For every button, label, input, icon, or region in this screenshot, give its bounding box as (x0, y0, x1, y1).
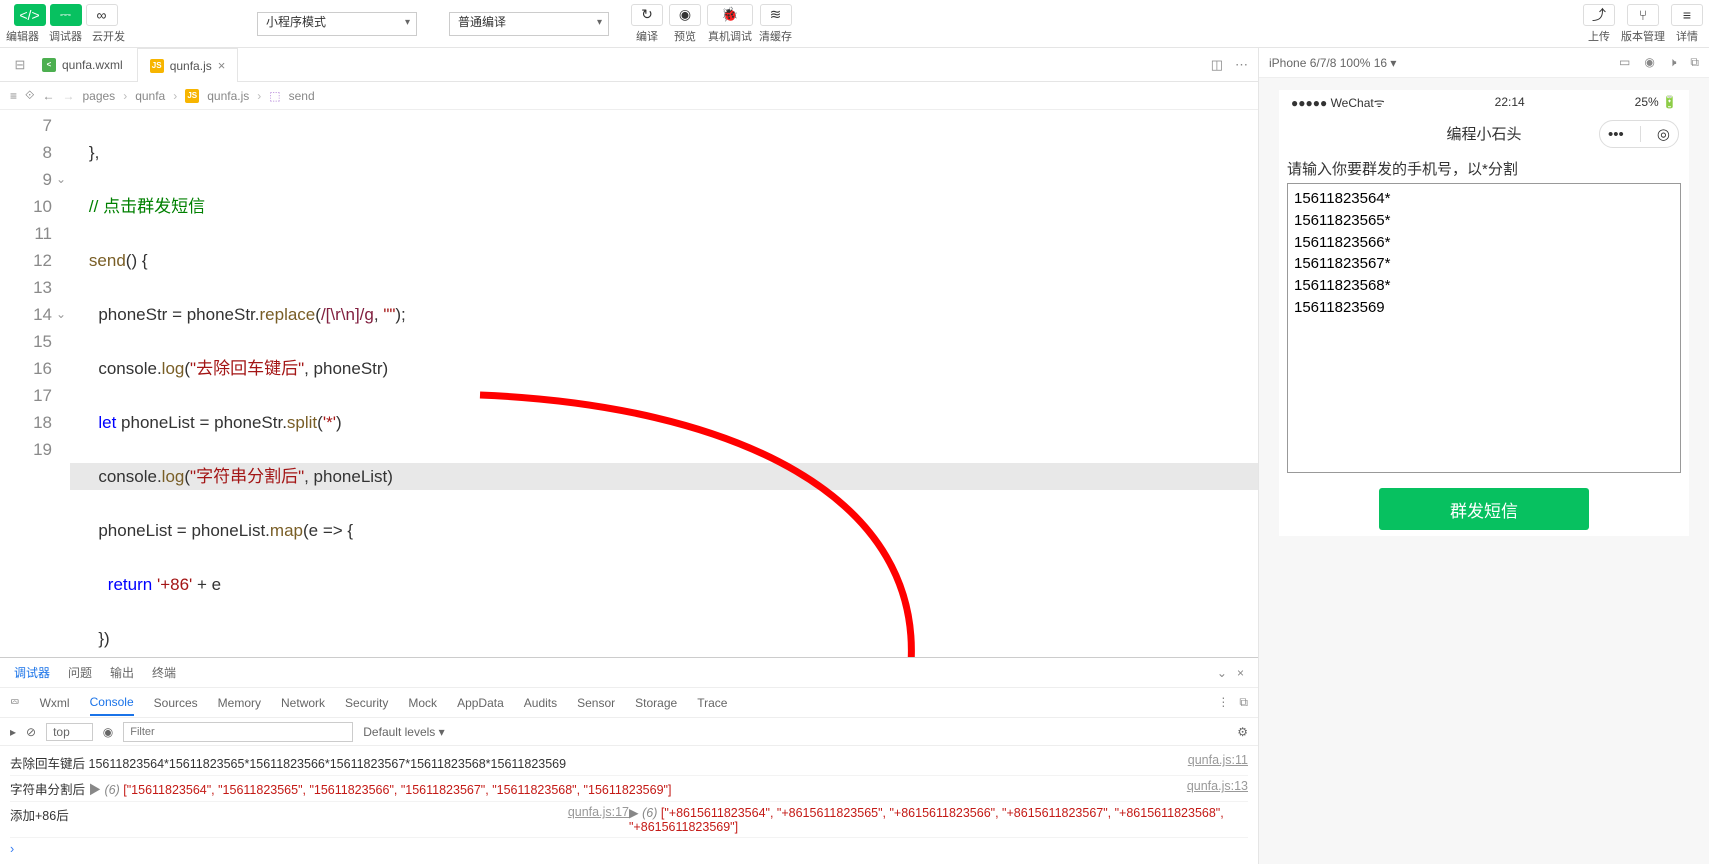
clear-console-icon[interactable]: ⊘ (26, 725, 36, 739)
close-tab-icon[interactable]: × (218, 58, 226, 73)
breadcrumb: ≡ ⟐ ← → pages› qunfa› JS qunfa.js› ⬚ sen… (0, 82, 1258, 110)
dt-tab-network[interactable]: Network (281, 696, 325, 710)
editor-label: 编辑器 (6, 28, 39, 44)
more-actions-icon[interactable]: ⋯ (1235, 57, 1248, 73)
method-icon: ⬚ (269, 89, 280, 103)
preview-button[interactable]: ◉ (669, 4, 701, 26)
devtools-tab-problems[interactable]: 问题 (68, 664, 92, 681)
js-file-icon: JS (150, 59, 164, 73)
battery-icon: 🔋 (1662, 95, 1677, 109)
devtools-subtabs: ⮹ Wxml Console Sources Memory Network Se… (0, 688, 1258, 718)
console-output: 去除回车键后 15611823564*15611823565*156118235… (0, 746, 1258, 864)
dt-tab-mock[interactable]: Mock (408, 696, 437, 710)
dt-tab-appdata[interactable]: AppData (457, 696, 504, 710)
input-label: 请输入你要群发的手机号，以*分割 (1287, 158, 1681, 179)
version-button[interactable]: ⑂ (1627, 4, 1659, 26)
debugger-label: 调试器 (49, 28, 82, 44)
debugger-toggle-button[interactable]: ⎓ (50, 4, 82, 26)
detail-button[interactable]: ≡ (1671, 4, 1703, 26)
expand-icon[interactable]: ▶ (629, 806, 639, 820)
source-link[interactable]: qunfa.js:17 (568, 805, 629, 834)
line-gutter: 78910111213141516171819 (0, 110, 70, 657)
phone-simulator: ●●●●● WeChatᯤ 22:14 25% 🔋 编程小石头 ••• ◎ 请输… (1279, 90, 1689, 536)
sidebar-toggle-icon[interactable]: ⊟ (12, 57, 28, 73)
dt-tab-console[interactable]: Console (90, 695, 134, 716)
wifi-icon: ᯤ (1374, 96, 1385, 110)
file-tabs: ⊟ < qunfa.wxml JS qunfa.js × ◫ ⋯ (0, 48, 1258, 82)
play-icon[interactable]: ▸ (10, 725, 16, 739)
console-prompt[interactable]: › (10, 838, 1248, 860)
inspect-icon[interactable]: ⮹ (10, 695, 20, 710)
devtools-tab-output[interactable]: 输出 (110, 664, 134, 681)
expand-icon[interactable]: ▶ (89, 783, 102, 797)
mute-icon[interactable]: 🕨 (1669, 55, 1677, 70)
dt-tab-trace[interactable]: Trace (697, 696, 727, 710)
main-toolbar: </> ⎓ ∞ 编辑器 调试器 云开发 小程序模式 普通编译 ↻编译 ◉预览 🐞… (0, 0, 1709, 48)
source-link[interactable]: qunfa.js:13 (1187, 779, 1248, 798)
upload-button[interactable]: ⤴ (1583, 4, 1615, 26)
phone-numbers-textarea[interactable] (1287, 183, 1681, 473)
filter-input[interactable] (123, 722, 353, 742)
capsule-button[interactable]: ••• ◎ (1599, 120, 1679, 148)
nav-back-icon[interactable]: ← (42, 89, 54, 103)
kebab-icon[interactable]: ⋮ (1217, 695, 1229, 710)
split-editor-icon[interactable]: ◫ (1211, 57, 1223, 73)
popout-icon[interactable]: ⧉ (1690, 55, 1699, 70)
source-link[interactable]: qunfa.js:11 (1188, 753, 1248, 772)
context-select[interactable]: top (46, 723, 93, 741)
send-sms-button[interactable]: 群发短信 (1379, 488, 1589, 530)
outline-icon[interactable]: ≡ (10, 89, 17, 103)
devtools-tab-terminal[interactable]: 终端 (152, 664, 176, 681)
close-miniprogram-icon[interactable]: ◎ (1657, 125, 1670, 143)
collapse-icon[interactable]: ⌄ (1217, 666, 1227, 680)
compile-button[interactable]: ↻ (631, 4, 663, 26)
code-area[interactable]: }, // 点击群发短信 send() { phoneStr = phoneSt… (70, 110, 1258, 657)
tab-qunfa-wxml[interactable]: < qunfa.wxml (30, 48, 135, 82)
js-file-icon: JS (185, 89, 199, 103)
compile-select[interactable]: 普通编译 (449, 12, 609, 36)
devtools-panel: 调试器 问题 输出 终端 ⌄ × ⮹ Wxml Console Sources … (0, 657, 1258, 864)
device-select[interactable]: iPhone 6/7/8 100% 16 ▾ (1269, 56, 1396, 70)
nav-bar: 编程小石头 ••• ◎ (1279, 114, 1689, 152)
bookmark-icon[interactable]: ⟐ (25, 88, 34, 103)
settings-gear-icon[interactable]: ⚙ (1237, 725, 1248, 739)
dt-tab-sources[interactable]: Sources (154, 696, 198, 710)
dt-tab-storage[interactable]: Storage (635, 696, 677, 710)
remote-debug-button[interactable]: 🐞 (707, 4, 753, 26)
eye-icon[interactable]: ◉ (103, 725, 113, 739)
nav-fwd-icon[interactable]: → (62, 89, 74, 103)
menu-dots-icon[interactable]: ••• (1608, 126, 1624, 143)
status-bar: ●●●●● WeChatᯤ 22:14 25% 🔋 (1279, 90, 1689, 114)
simulator-panel: iPhone 6/7/8 100% 16 ▾ ▭ ◉ 🕨 ⧉ ●●●●● WeC… (1259, 48, 1709, 864)
dt-tab-memory[interactable]: Memory (218, 696, 261, 710)
dock-icon[interactable]: ⧉ (1239, 695, 1248, 710)
editor-toggle-button[interactable]: </> (14, 4, 46, 26)
cloud-label: 云开发 (92, 28, 125, 44)
devtools-tab-debugger[interactable]: 调试器 (14, 664, 50, 681)
levels-select[interactable]: Default levels ▾ (363, 725, 444, 739)
tab-qunfa-js[interactable]: JS qunfa.js × (137, 48, 239, 82)
record-icon[interactable]: ◉ (1644, 55, 1654, 70)
dt-tab-wxml[interactable]: Wxml (40, 696, 70, 710)
device-icon[interactable]: ▭ (1619, 55, 1630, 70)
page-title: 编程小石头 (1446, 123, 1521, 144)
dt-tab-sensor[interactable]: Sensor (577, 696, 615, 710)
status-time: 22:14 (1495, 95, 1525, 109)
dt-tab-audits[interactable]: Audits (524, 696, 557, 710)
clear-cache-button[interactable]: ≋ (760, 4, 792, 26)
close-icon[interactable]: × (1237, 666, 1244, 680)
cloud-dev-button[interactable]: ∞ (86, 4, 118, 26)
wxml-file-icon: < (42, 58, 56, 72)
dt-tab-security[interactable]: Security (345, 696, 388, 710)
code-editor[interactable]: 78910111213141516171819 }, // 点击群发短信 sen… (0, 110, 1258, 657)
mode-select[interactable]: 小程序模式 (257, 12, 417, 36)
